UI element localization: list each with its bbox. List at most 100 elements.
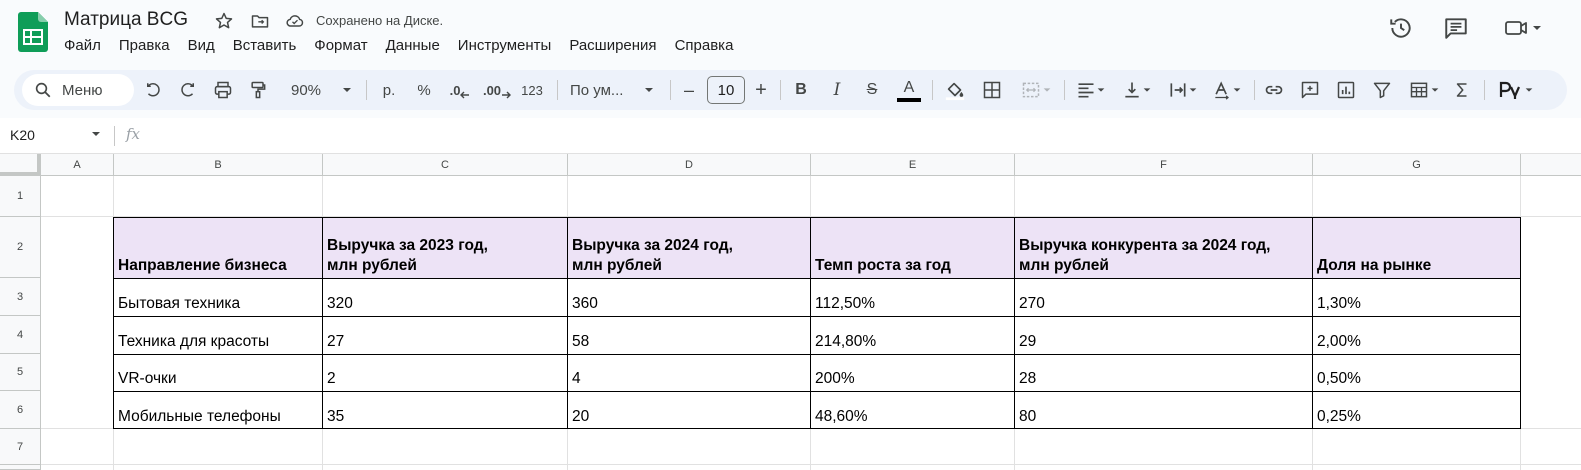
redo-icon[interactable] bbox=[176, 70, 200, 110]
row-header-7[interactable]: 7 bbox=[0, 429, 41, 465]
zoom-value[interactable]: 90% bbox=[284, 70, 328, 110]
move-folder-icon[interactable] bbox=[249, 10, 271, 32]
menu-format[interactable]: Формат bbox=[314, 37, 367, 54]
text-color-button[interactable]: A bbox=[896, 70, 922, 110]
table-cell[interactable]: 20 bbox=[568, 391, 811, 429]
table-cell[interactable]: Техника для красоты bbox=[114, 316, 323, 354]
vertical-align-icon[interactable] bbox=[1118, 70, 1156, 110]
table-cell[interactable]: 28 bbox=[1015, 354, 1313, 391]
menu-view[interactable]: Вид bbox=[188, 37, 215, 54]
row-header-4[interactable]: 4 bbox=[0, 316, 41, 354]
row-header-8[interactable] bbox=[0, 465, 41, 470]
column-header-b[interactable]: B bbox=[114, 154, 323, 176]
comments-icon[interactable] bbox=[1443, 14, 1469, 42]
menu-edit[interactable]: Правка bbox=[119, 37, 170, 54]
header-cell-revenue-2024[interactable]: Выручка за 2024 год, млн рублей bbox=[568, 217, 811, 278]
number-format-button[interactable]: 123 bbox=[518, 70, 546, 110]
font-chevron-icon[interactable] bbox=[642, 70, 656, 110]
table-cell[interactable]: 270 bbox=[1015, 278, 1313, 316]
currency-format-button[interactable]: р. bbox=[378, 70, 400, 110]
font-size-input[interactable]: 10 bbox=[707, 76, 745, 104]
table-cell[interactable]: 0,50% bbox=[1313, 354, 1521, 391]
table-cell[interactable]: 0,25% bbox=[1313, 391, 1521, 429]
italic-button[interactable]: I bbox=[826, 70, 848, 110]
column-header-d[interactable]: D bbox=[568, 154, 811, 176]
meet-camera-icon[interactable] bbox=[1503, 14, 1543, 42]
print-icon[interactable] bbox=[211, 70, 235, 110]
table-cell[interactable]: 27 bbox=[323, 316, 568, 354]
table-cell[interactable]: VR-очки bbox=[114, 354, 323, 391]
menu-help[interactable]: Справка bbox=[675, 37, 734, 54]
decrease-font-size-button[interactable]: – bbox=[678, 70, 700, 110]
merge-cells-icon[interactable] bbox=[1016, 70, 1056, 110]
row-header-1[interactable]: 1 bbox=[0, 176, 41, 217]
borders-icon[interactable] bbox=[980, 70, 1004, 110]
row-header-6[interactable]: 6 bbox=[0, 391, 41, 429]
cloud-saved-icon[interactable] bbox=[284, 10, 306, 32]
insert-link-icon[interactable] bbox=[1262, 70, 1286, 110]
text-rotation-icon[interactable] bbox=[1208, 70, 1246, 110]
table-cell[interactable]: 320 bbox=[323, 278, 568, 316]
name-box-chevron-icon[interactable] bbox=[90, 128, 102, 140]
header-cell-growth-rate[interactable]: Темп роста за год bbox=[811, 217, 1015, 278]
table-cell[interactable]: 58 bbox=[568, 316, 811, 354]
row-header-5[interactable]: 5 bbox=[0, 354, 41, 391]
table-cell[interactable]: 29 bbox=[1015, 316, 1313, 354]
menu-file[interactable]: Файл bbox=[64, 37, 101, 54]
table-cell[interactable]: 214,80% bbox=[811, 316, 1015, 354]
table-cell[interactable]: 4 bbox=[568, 354, 811, 391]
name-box[interactable]: K20 bbox=[10, 127, 35, 143]
menu-extensions[interactable]: Расширения bbox=[569, 37, 656, 54]
header-cell-revenue-2023[interactable]: Выручка за 2023 год, млн рублей bbox=[323, 217, 568, 278]
table-cell[interactable]: Мобильные телефоны bbox=[114, 391, 323, 429]
star-icon[interactable] bbox=[213, 10, 235, 32]
menu-data[interactable]: Данные bbox=[386, 37, 440, 54]
percent-format-button[interactable]: % bbox=[414, 70, 434, 110]
version-history-icon[interactable] bbox=[1388, 14, 1414, 42]
column-header-g[interactable]: G bbox=[1313, 154, 1521, 176]
table-cell[interactable]: 360 bbox=[568, 278, 811, 316]
table-cell[interactable]: 35 bbox=[323, 391, 568, 429]
filter-views-icon[interactable] bbox=[1404, 70, 1444, 110]
sheets-logo-icon[interactable] bbox=[18, 12, 48, 52]
table-cell[interactable]: 2,00% bbox=[1313, 316, 1521, 354]
fill-color-icon[interactable] bbox=[942, 70, 968, 110]
functions-icon[interactable] bbox=[1450, 70, 1474, 110]
insert-comment-icon[interactable] bbox=[1298, 70, 1322, 110]
paint-format-icon[interactable] bbox=[246, 70, 270, 110]
header-cell-market-share[interactable]: Доля на рынке bbox=[1313, 217, 1521, 278]
column-header-a[interactable]: A bbox=[41, 154, 114, 176]
document-title[interactable]: Матрица BCG bbox=[64, 9, 188, 31]
strikethrough-button[interactable]: S bbox=[861, 70, 883, 110]
input-tools-icon[interactable] bbox=[1494, 70, 1538, 110]
header-cell-competitor-revenue[interactable]: Выручка конкурента за 2024 год, млн рубле… bbox=[1015, 217, 1313, 278]
menu-tools[interactable]: Инструменты bbox=[458, 37, 552, 54]
table-cell[interactable]: 80 bbox=[1015, 391, 1313, 429]
table-cell[interactable]: 1,30% bbox=[1313, 278, 1521, 316]
table-cell[interactable]: 112,50% bbox=[811, 278, 1015, 316]
insert-chart-icon[interactable] bbox=[1334, 70, 1358, 110]
font-family-select[interactable]: По ум... bbox=[570, 70, 634, 110]
zoom-chevron-icon[interactable] bbox=[340, 70, 354, 110]
increase-font-size-button[interactable]: + bbox=[750, 70, 772, 110]
text-wrapping-icon[interactable] bbox=[1164, 70, 1202, 110]
column-header-f[interactable]: F bbox=[1015, 154, 1313, 176]
table-cell[interactable]: 2 bbox=[323, 354, 568, 391]
header-cell-business[interactable]: Направление бизнеса bbox=[114, 217, 323, 278]
column-header-e[interactable]: E bbox=[811, 154, 1015, 176]
menu-search[interactable]: Меню bbox=[22, 74, 134, 106]
bold-button[interactable]: B bbox=[790, 70, 812, 110]
row-header-3[interactable]: 3 bbox=[0, 278, 41, 316]
undo-icon[interactable] bbox=[141, 70, 165, 110]
horizontal-align-icon[interactable] bbox=[1072, 70, 1110, 110]
column-header-c[interactable]: C bbox=[323, 154, 568, 176]
table-cell[interactable]: 200% bbox=[811, 354, 1015, 391]
filter-icon[interactable] bbox=[1370, 70, 1394, 110]
menu-insert[interactable]: Вставить bbox=[233, 37, 297, 54]
spreadsheet-grid[interactable]: A B C D E F G 1 2 3 4 5 6 7 Направление … bbox=[0, 154, 1581, 470]
row-header-2[interactable]: 2 bbox=[0, 217, 41, 278]
decrease-decimal-button[interactable]: .0 bbox=[446, 70, 474, 110]
increase-decimal-button[interactable]: .00 bbox=[482, 70, 512, 110]
table-cell[interactable]: Бытовая техника bbox=[114, 278, 323, 316]
table-cell[interactable]: 48,60% bbox=[811, 391, 1015, 429]
